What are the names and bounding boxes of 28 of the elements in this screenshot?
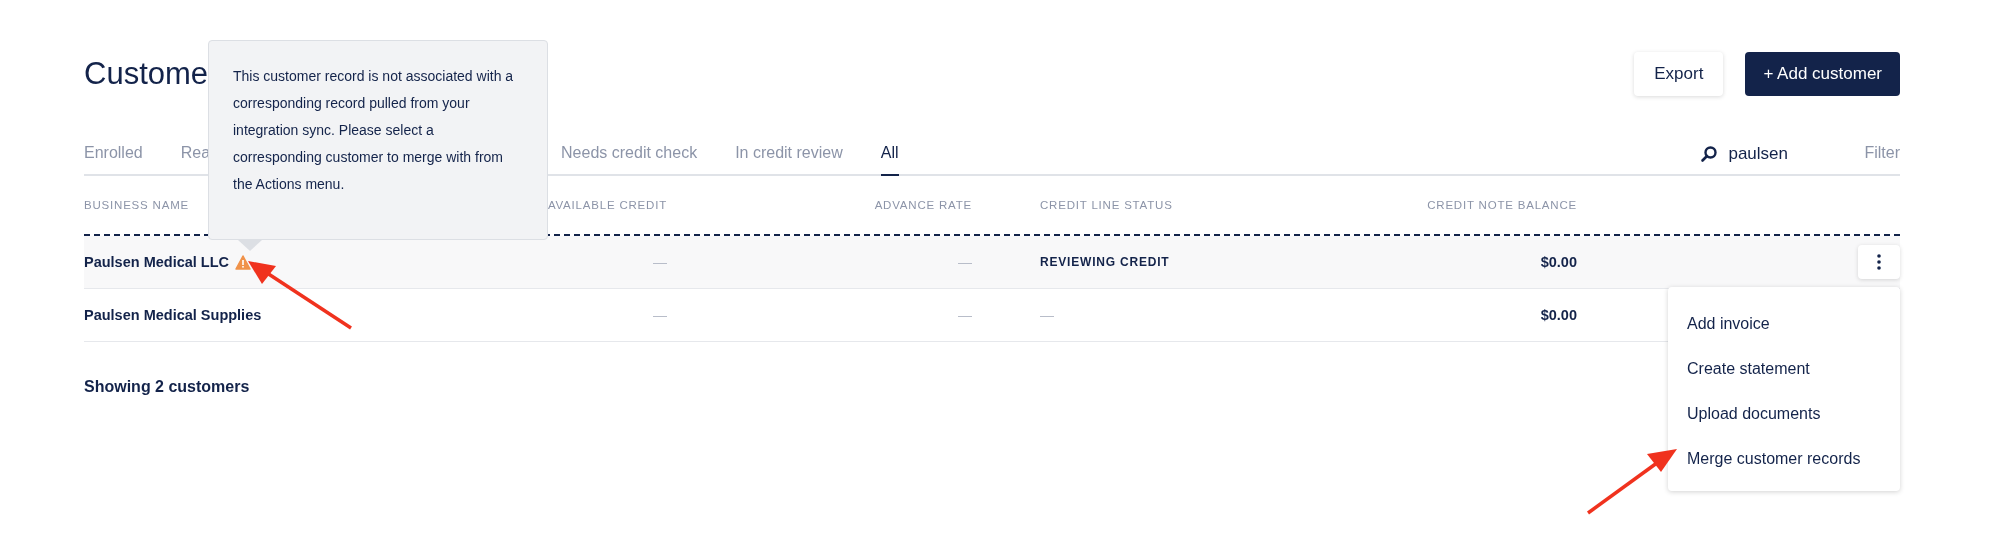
add-customer-button[interactable]: + Add customer [1745,52,1900,96]
tooltip-text: This customer record is not associated with a corresponding record pulled from your integration sync. Please select a corresponding customer to merge with from the Actions menu. [233,67,515,194]
table-cell-text: $0.00 [1539,307,1577,323]
table-cell-text: $0.00 [1539,254,1577,270]
menu-item[interactable]: Upload documents [1668,391,1900,436]
menu-item[interactable]: Create statement [1668,346,1900,391]
column-header: BUSINESS NAME [84,199,190,211]
table-cell-text: — [957,307,972,323]
result-count: Showing 2 customers [84,378,251,396]
column-header: ADVANCE RATE [873,199,972,211]
table-cell-text: — [1039,307,1055,323]
table-row[interactable]: Paulsen Medical LLC — — REVIEWING CREDIT $0.00 [84,236,1900,289]
page-title: Custome [84,56,209,92]
table-cell-text: — [652,307,667,323]
more-icon [1877,254,1881,270]
table-cell-text: — [957,254,972,270]
column-header: CREDIT LINE STATUS [1039,199,1174,211]
table-cell-text: REVIEWING CREDIT [1039,255,1171,269]
search-icon [1700,145,1719,163]
tab[interactable]: All [880,144,899,176]
table-cell: Paulsen Medical LLC [84,254,230,270]
table-cell: Paulsen Medical Supplies [84,307,262,323]
column-header: AVAILABLE CREDIT [546,199,667,211]
more-button[interactable] [1858,245,1900,279]
table-cell-text: — [652,254,667,270]
menu-item[interactable]: Merge customer records [1668,436,1900,481]
column-header: CREDIT NOTE BALANCE [1426,199,1577,211]
export-button[interactable]: Export [1634,52,1724,96]
